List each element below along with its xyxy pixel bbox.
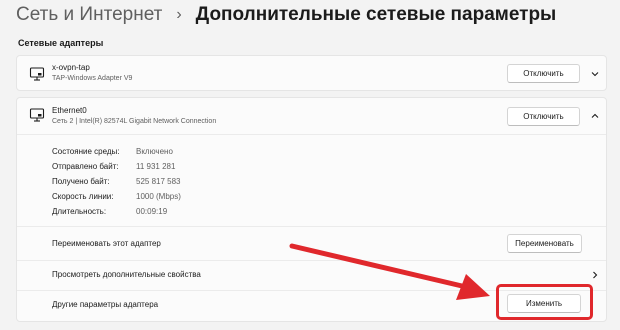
annotation-arrow-icon xyxy=(289,243,490,300)
